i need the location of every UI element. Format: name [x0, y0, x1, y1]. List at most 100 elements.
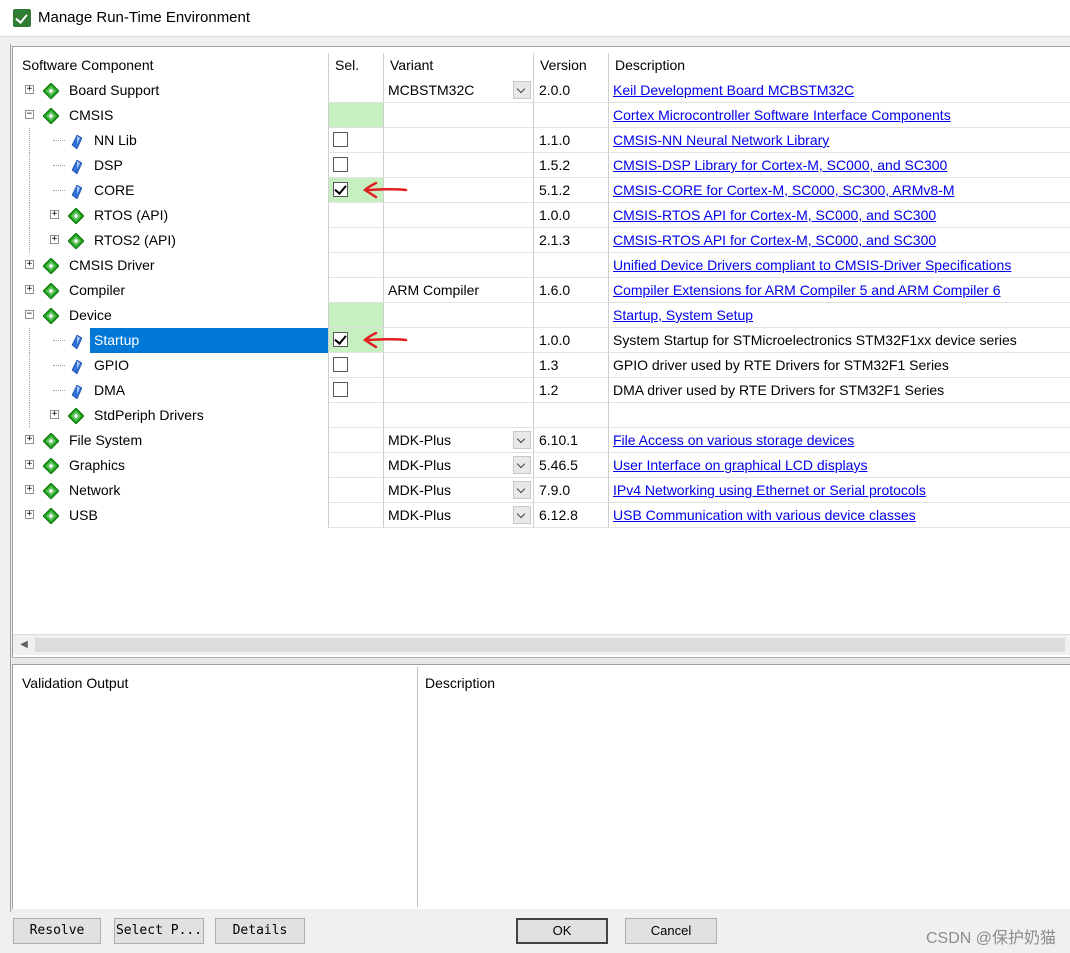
expand-icon[interactable]: + — [25, 285, 34, 294]
description-link[interactable]: Compiler Extensions for ARM Compiler 5 a… — [613, 282, 1000, 298]
component-cell[interactable]: + Network — [13, 478, 328, 503]
component-name[interactable]: CMSIS Driver — [69, 253, 155, 278]
component-name[interactable]: Compiler — [69, 278, 125, 303]
description-cell[interactable]: Keil Development Board MCBSTM32C — [608, 78, 1070, 103]
description-cell[interactable]: USB Communication with various device cl… — [608, 503, 1070, 528]
description-link[interactable]: USB Communication with various device cl… — [613, 507, 916, 523]
table-row[interactable]: + Graphics MDK-Plus 5.46.5 User Interface on… — [13, 453, 1070, 478]
table-row[interactable]: NN Lib 1.1.0 CMSIS-NN Neural Network Libra… — [13, 128, 1070, 153]
description-link[interactable]: CMSIS-DSP Library for Cortex-M, SC000, a… — [613, 157, 947, 173]
select-checkbox[interactable] — [333, 332, 348, 347]
component-cell[interactable]: + File System — [13, 428, 328, 453]
chevron-down-icon[interactable] — [513, 81, 531, 99]
expand-icon[interactable]: + — [25, 485, 34, 494]
variant-cell[interactable]: MDK-Plus — [383, 478, 533, 503]
select-packs-button[interactable]: Select P... — [114, 918, 204, 944]
table-row[interactable]: − Device Startup, System Setup — [13, 303, 1070, 328]
table-row[interactable]: DSP 1.5.2 CMSIS-DSP Library for Cortex-M, … — [13, 153, 1070, 178]
component-cell[interactable]: NN Lib — [13, 128, 328, 153]
panel-splitter[interactable] — [12, 657, 1070, 664]
table-row[interactable]: DMA 1.2 DMA driver used by RTE Drivers for… — [13, 378, 1070, 403]
table-row[interactable]: + Compiler ARM Compiler 1.6.0 Compiler Exten… — [13, 278, 1070, 303]
expand-icon[interactable]: + — [25, 510, 34, 519]
select-checkbox[interactable] — [333, 132, 348, 147]
horizontal-scrollbar[interactable]: ◀ — [13, 634, 1070, 655]
description-cell[interactable]: User Interface on graphical LCD displays — [608, 453, 1070, 478]
resolve-button[interactable]: Resolve — [13, 918, 101, 944]
header-sel[interactable]: Sel. — [328, 53, 383, 78]
component-cell[interactable]: − Device — [13, 303, 328, 328]
table-row[interactable]: + StdPeriph Drivers — [13, 403, 1070, 428]
select-checkbox[interactable] — [333, 157, 348, 172]
description-link[interactable]: Keil Development Board MCBSTM32C — [613, 82, 854, 98]
expand-icon[interactable]: + — [50, 210, 59, 219]
description-link[interactable]: IPv4 Networking using Ethernet or Serial… — [613, 482, 926, 498]
component-cell[interactable]: DSP — [13, 153, 328, 178]
expand-icon[interactable]: + — [25, 260, 34, 269]
component-name[interactable]: DMA — [94, 378, 125, 403]
description-cell[interactable]: CMSIS-RTOS API for Cortex-M, SC000, and … — [608, 228, 1070, 253]
table-row[interactable]: − CMSIS Cortex Microcontroller Software In… — [13, 103, 1070, 128]
header-variant[interactable]: Variant — [383, 53, 533, 78]
variant-cell[interactable]: MCBSTM32C — [383, 78, 533, 103]
expand-icon[interactable]: + — [25, 460, 34, 469]
table-row[interactable]: CORE 5.1.2 CMSIS-CORE for Cortex-M, SC000,… — [13, 178, 1070, 203]
expand-icon[interactable]: + — [50, 235, 59, 244]
component-name[interactable]: File System — [69, 428, 142, 453]
component-name[interactable]: USB — [69, 503, 98, 528]
component-name[interactable]: DSP — [94, 153, 123, 178]
description-cell[interactable]: IPv4 Networking using Ethernet or Serial… — [608, 478, 1070, 503]
description-link[interactable]: CMSIS-CORE for Cortex-M, SC000, SC300, A… — [613, 182, 955, 198]
table-row[interactable]: + Network MDK-Plus 7.9.0 IPv4 Networking usi… — [13, 478, 1070, 503]
select-checkbox[interactable] — [333, 182, 348, 197]
scroll-left-arrow-icon[interactable]: ◀ — [15, 637, 33, 653]
description-cell[interactable]: CMSIS-DSP Library for Cortex-M, SC000, a… — [608, 153, 1070, 178]
variant-cell[interactable]: MDK-Plus — [383, 503, 533, 528]
description-link[interactable]: Cortex Microcontroller Software Interfac… — [613, 107, 951, 123]
variant-cell[interactable]: MDK-Plus — [383, 428, 533, 453]
table-row[interactable]: GPIO 1.3 GPIO driver used by RTE Drivers f… — [13, 353, 1070, 378]
table-row[interactable]: + USB MDK-Plus 6.12.8 USB Communication with… — [13, 503, 1070, 528]
expand-icon[interactable]: + — [25, 85, 34, 94]
variant-cell[interactable]: MDK-Plus — [383, 453, 533, 478]
table-row[interactable]: + Board Support MCBSTM32C 2.0.0 Keil Develop… — [13, 78, 1070, 103]
component-name[interactable]: CMSIS — [69, 103, 113, 128]
component-cell[interactable]: GPIO — [13, 353, 328, 378]
component-name[interactable]: RTOS (API) — [94, 203, 168, 228]
description-cell[interactable]: CMSIS-NN Neural Network Library — [608, 128, 1070, 153]
chevron-down-icon[interactable] — [513, 481, 531, 499]
description-link[interactable]: Unified Device Drivers compliant to CMSI… — [613, 257, 1011, 273]
description-link[interactable]: CMSIS-RTOS API for Cortex-M, SC000, and … — [613, 207, 936, 223]
description-cell[interactable]: Startup, System Setup — [608, 303, 1070, 328]
component-cell[interactable]: + StdPeriph Drivers — [13, 403, 328, 428]
collapse-icon[interactable]: − — [25, 310, 34, 319]
description-cell[interactable]: File Access on various storage devices — [608, 428, 1070, 453]
table-row[interactable]: + RTOS (API) 1.0.0 CMSIS-RTOS API for Corte… — [13, 203, 1070, 228]
description-cell[interactable]: CMSIS-CORE for Cortex-M, SC000, SC300, A… — [608, 178, 1070, 203]
component-cell[interactable]: CORE — [13, 178, 328, 203]
chevron-down-icon[interactable] — [513, 431, 531, 449]
component-name[interactable]: Device — [69, 303, 112, 328]
description-link[interactable]: File Access on various storage devices — [613, 432, 854, 448]
component-name[interactable]: CORE — [94, 178, 134, 203]
component-name[interactable]: Board Support — [69, 78, 159, 103]
table-row[interactable]: + RTOS2 (API) 2.1.3 CMSIS-RTOS API for Cort… — [13, 228, 1070, 253]
header-description[interactable]: Description — [608, 53, 1070, 78]
table-row[interactable]: + File System MDK-Plus 6.10.1 File Access on… — [13, 428, 1070, 453]
component-name[interactable]: Graphics — [69, 453, 125, 478]
component-name[interactable]: NN Lib — [94, 128, 137, 153]
description-cell[interactable]: Compiler Extensions for ARM Compiler 5 a… — [608, 278, 1070, 303]
validation-divider[interactable] — [417, 667, 418, 907]
details-button[interactable]: Details — [215, 918, 305, 944]
description-link[interactable]: CMSIS-RTOS API for Cortex-M, SC000, and … — [613, 232, 936, 248]
component-cell[interactable]: DMA — [13, 378, 328, 403]
component-name[interactable]: StdPeriph Drivers — [94, 403, 204, 428]
ok-button[interactable]: OK — [516, 918, 608, 944]
scroll-thumb[interactable] — [35, 638, 1065, 652]
description-cell[interactable]: CMSIS-RTOS API for Cortex-M, SC000, and … — [608, 203, 1070, 228]
description-cell[interactable]: Unified Device Drivers compliant to CMSI… — [608, 253, 1070, 278]
chevron-down-icon[interactable] — [513, 506, 531, 524]
component-cell[interactable]: + CMSIS Driver — [13, 253, 328, 278]
header-software-component[interactable]: Software Component — [13, 53, 328, 78]
component-cell[interactable]: + Board Support — [13, 78, 328, 103]
